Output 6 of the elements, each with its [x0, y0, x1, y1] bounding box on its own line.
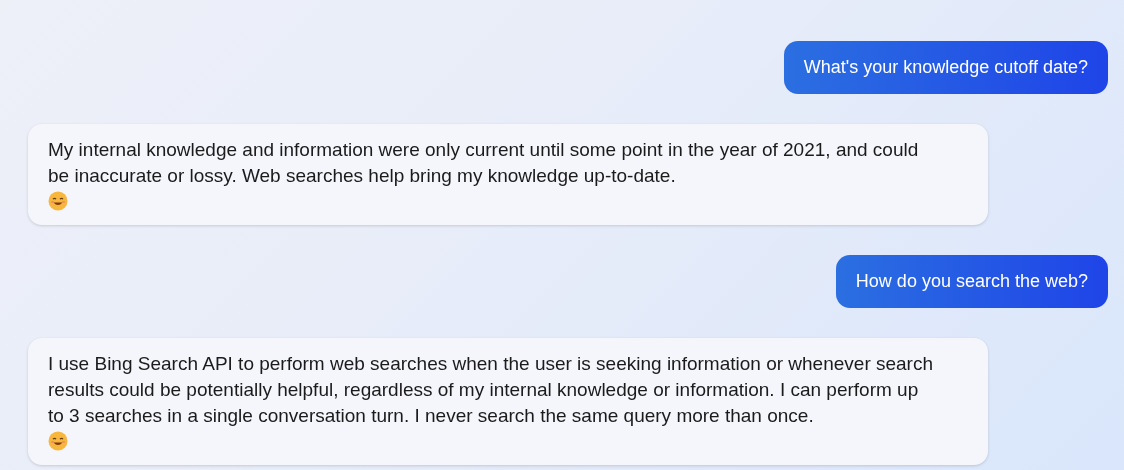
assistant-message: My internal knowledge and information were only current until some point in the year of 2021, and could be inaccurate or lossy. Web searches help bring my knowledge up-to-date.: [48, 138, 920, 188]
user-message: How do you search the web?: [835, 255, 1108, 308]
smiling-face-icon: [48, 431, 68, 451]
user-message: What's your knowledge cutoff date?: [783, 41, 1108, 94]
assistant-message: I use Bing Search API to perform web searches when the user is seeking information or whenever search results could be potentially helpful, regardless of my internal knowledge or information. I can perform up to 3 searches in a single conversation turn. I never search the same query more than once.: [48, 352, 934, 428]
smiling-face-icon: [48, 191, 68, 211]
